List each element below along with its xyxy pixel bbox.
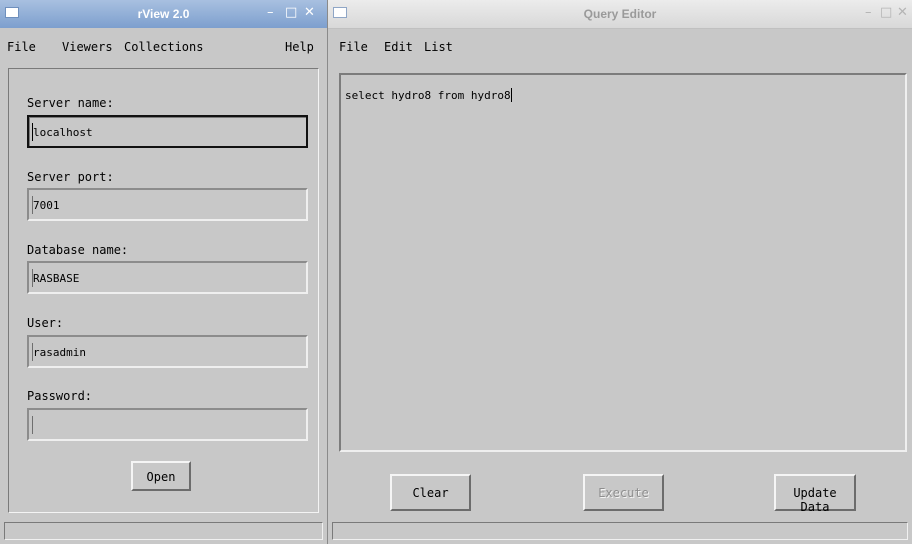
minimize-icon[interactable]: – (267, 5, 274, 20)
query-titlebar[interactable]: Query Editor – □ ✕ (328, 0, 912, 29)
rview-menubar: File Viewers Collections Help (0, 30, 327, 60)
server-port-value: 7001 (33, 199, 60, 212)
server-name-value: localhost (33, 126, 93, 139)
menu-file[interactable]: File (339, 40, 368, 54)
query-title: Query Editor (583, 7, 657, 21)
maximize-icon[interactable]: □ (285, 5, 297, 20)
user-input[interactable]: rasadmin (27, 335, 308, 368)
server-port-input[interactable]: 7001 (27, 188, 308, 221)
menu-file[interactable]: File (7, 40, 36, 54)
rview-titlebar[interactable]: rView 2.0 – □ ✕ (0, 0, 327, 28)
rview-statusbar (4, 522, 323, 540)
close-icon[interactable]: ✕ (897, 5, 908, 20)
user-label: User: (27, 316, 64, 330)
user-value: rasadmin (33, 346, 86, 359)
execute-button[interactable]: Execute (583, 474, 664, 511)
clear-button[interactable]: Clear (390, 474, 471, 511)
menu-list[interactable]: List (424, 40, 453, 54)
server-name-label: Server name: (27, 96, 114, 110)
clear-button-label: Clear (412, 486, 449, 500)
rview-title: rView 2.0 (137, 7, 190, 21)
query-text-area[interactable]: select hydro8 from hydro8 (339, 73, 907, 452)
password-input[interactable] (27, 408, 308, 441)
maximize-icon[interactable]: □ (880, 5, 892, 20)
rview-window: rView 2.0 – □ ✕ File Viewers Collections… (0, 0, 327, 544)
database-name-input[interactable]: RASBASE (27, 261, 308, 294)
server-name-input[interactable]: localhost (27, 115, 308, 148)
server-port-label: Server port: (27, 170, 114, 184)
execute-button-label: Execute (598, 486, 649, 500)
menu-viewers[interactable]: Viewers (62, 40, 113, 54)
query-text: select hydro8 from hydro8 (345, 88, 512, 102)
query-menubar: File Edit List (328, 30, 912, 60)
query-statusbar (332, 522, 908, 540)
menu-edit[interactable]: Edit (384, 40, 413, 54)
menu-help[interactable]: Help (285, 40, 314, 54)
minimize-icon[interactable]: – (865, 5, 872, 20)
open-button-label: Open (146, 470, 176, 484)
text-caret (32, 416, 33, 434)
database-name-label: Database name: (27, 243, 129, 257)
open-button[interactable]: Open (131, 461, 191, 491)
password-label: Password: (27, 389, 93, 403)
query-editor-window: Query Editor – □ ✕ File Edit List select… (328, 0, 912, 544)
update-data-button-label: Update Data (793, 486, 837, 514)
close-icon[interactable]: ✕ (304, 5, 315, 20)
update-data-button[interactable]: Update Data (774, 474, 856, 514)
menu-collections[interactable]: Collections (124, 40, 203, 54)
database-name-value: RASBASE (33, 272, 80, 285)
